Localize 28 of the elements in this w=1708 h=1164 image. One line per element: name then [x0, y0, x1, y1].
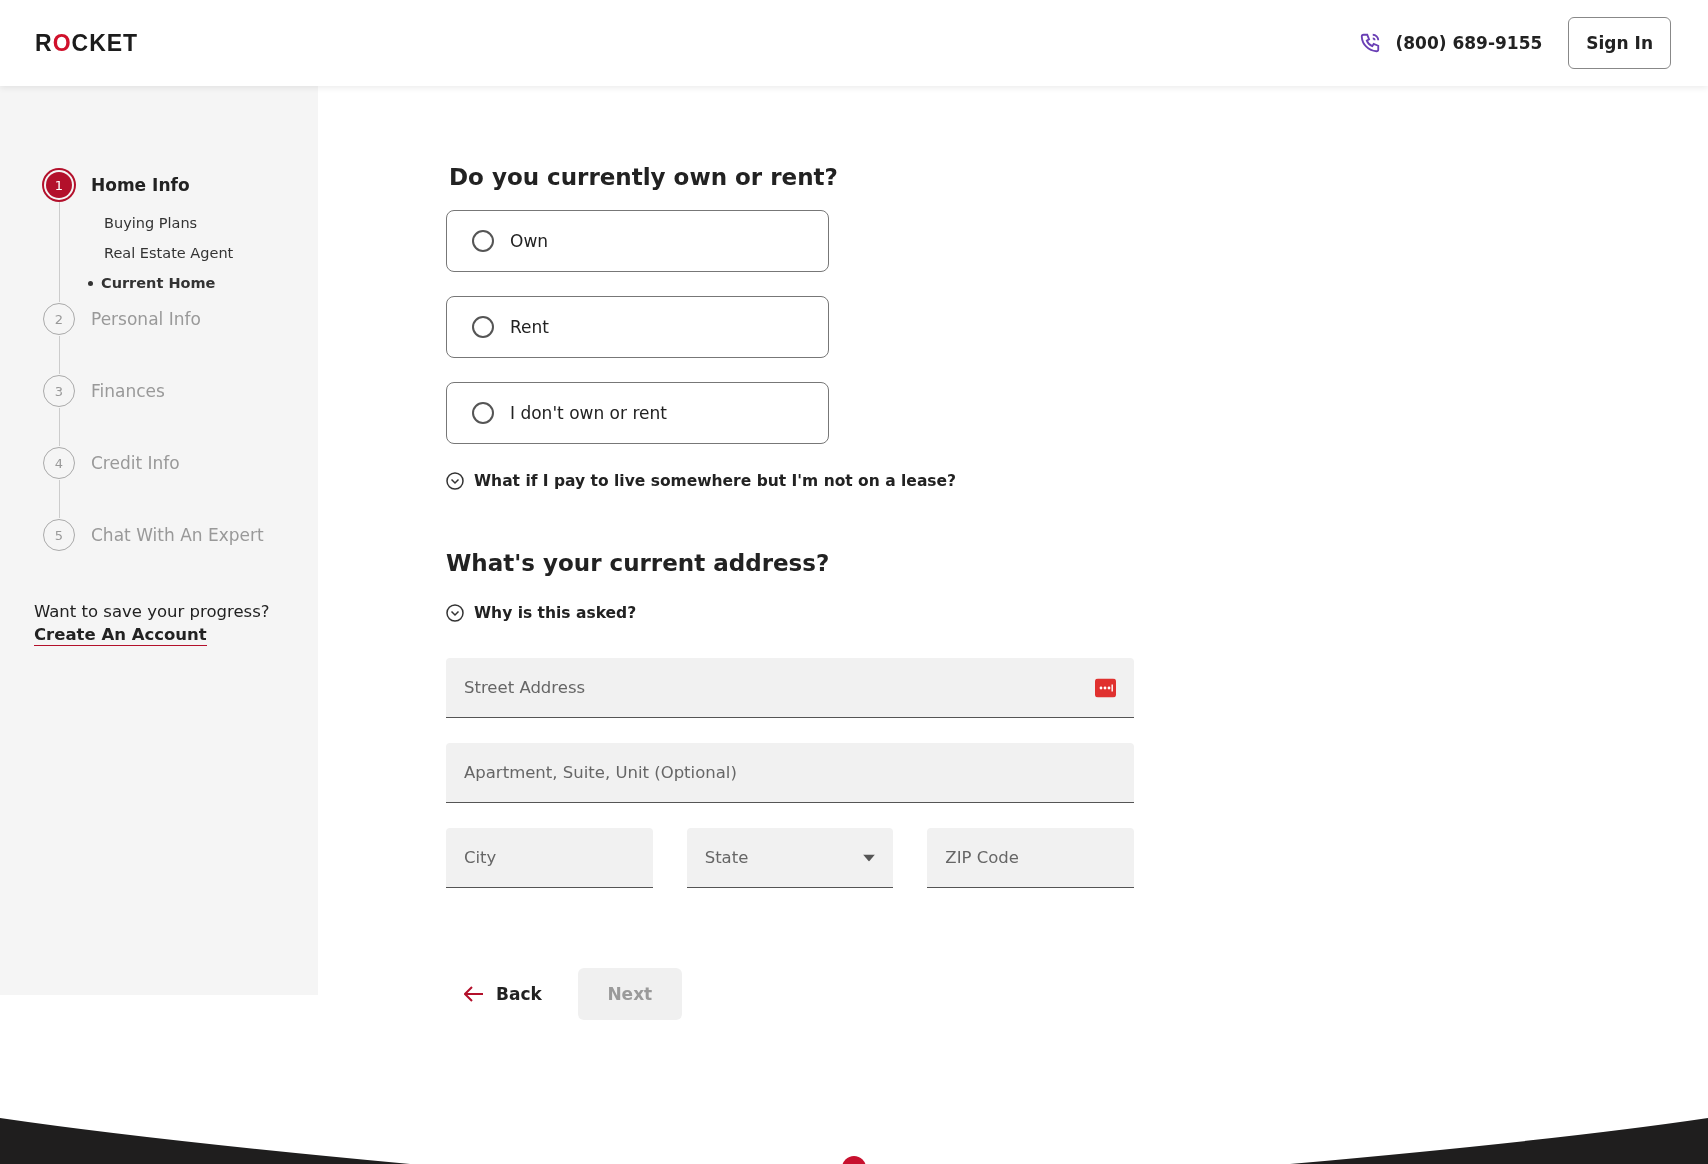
zip-code-field[interactable]: ZIP Code: [927, 828, 1134, 888]
rocket-logo[interactable]: ROCKET: [35, 29, 139, 57]
radio-option[interactable]: Own: [446, 210, 829, 272]
radio-option[interactable]: Rent: [446, 296, 829, 358]
substep-item[interactable]: Real Estate Agent: [60, 238, 298, 268]
substep-item[interactable]: Buying Plans: [60, 208, 298, 238]
back-arrow-icon: [464, 986, 484, 1002]
question-heading: What's your current address?: [446, 550, 831, 576]
street-address-field[interactable]: Street Address: [446, 658, 1134, 718]
help-toggle[interactable]: Why is this asked?: [446, 604, 637, 622]
sign-in-button[interactable]: Sign In: [1568, 17, 1671, 69]
back-button[interactable]: Back: [464, 984, 542, 1004]
phone-icon: [1359, 32, 1382, 54]
dropdown-caret-icon: [863, 854, 876, 862]
create-account-link[interactable]: Create An Account: [34, 625, 207, 646]
save-progress-text: Want to save your progress?: [34, 602, 271, 621]
city-field[interactable]: City: [446, 828, 653, 888]
step-number: 1: [46, 172, 72, 198]
state-dropdown[interactable]: State: [686, 828, 894, 888]
chevron-down-icon: [446, 604, 464, 622]
unit-field[interactable]: Apartment, Suite, Unit (Optional): [446, 743, 1134, 803]
radio-option[interactable]: I don't own or rent: [446, 382, 829, 444]
phone-number[interactable]: (800) 689-9155: [1395, 33, 1543, 53]
substep-item[interactable]: Current Home: [60, 268, 298, 298]
step-label[interactable]: Home Info: [91, 175, 190, 195]
chevron-down-icon: [446, 472, 464, 490]
question-heading: Do you currently own or rent?: [449, 164, 839, 190]
help-toggle[interactable]: What if I pay to live somewhere but I'm not on a lease?: [446, 472, 957, 490]
